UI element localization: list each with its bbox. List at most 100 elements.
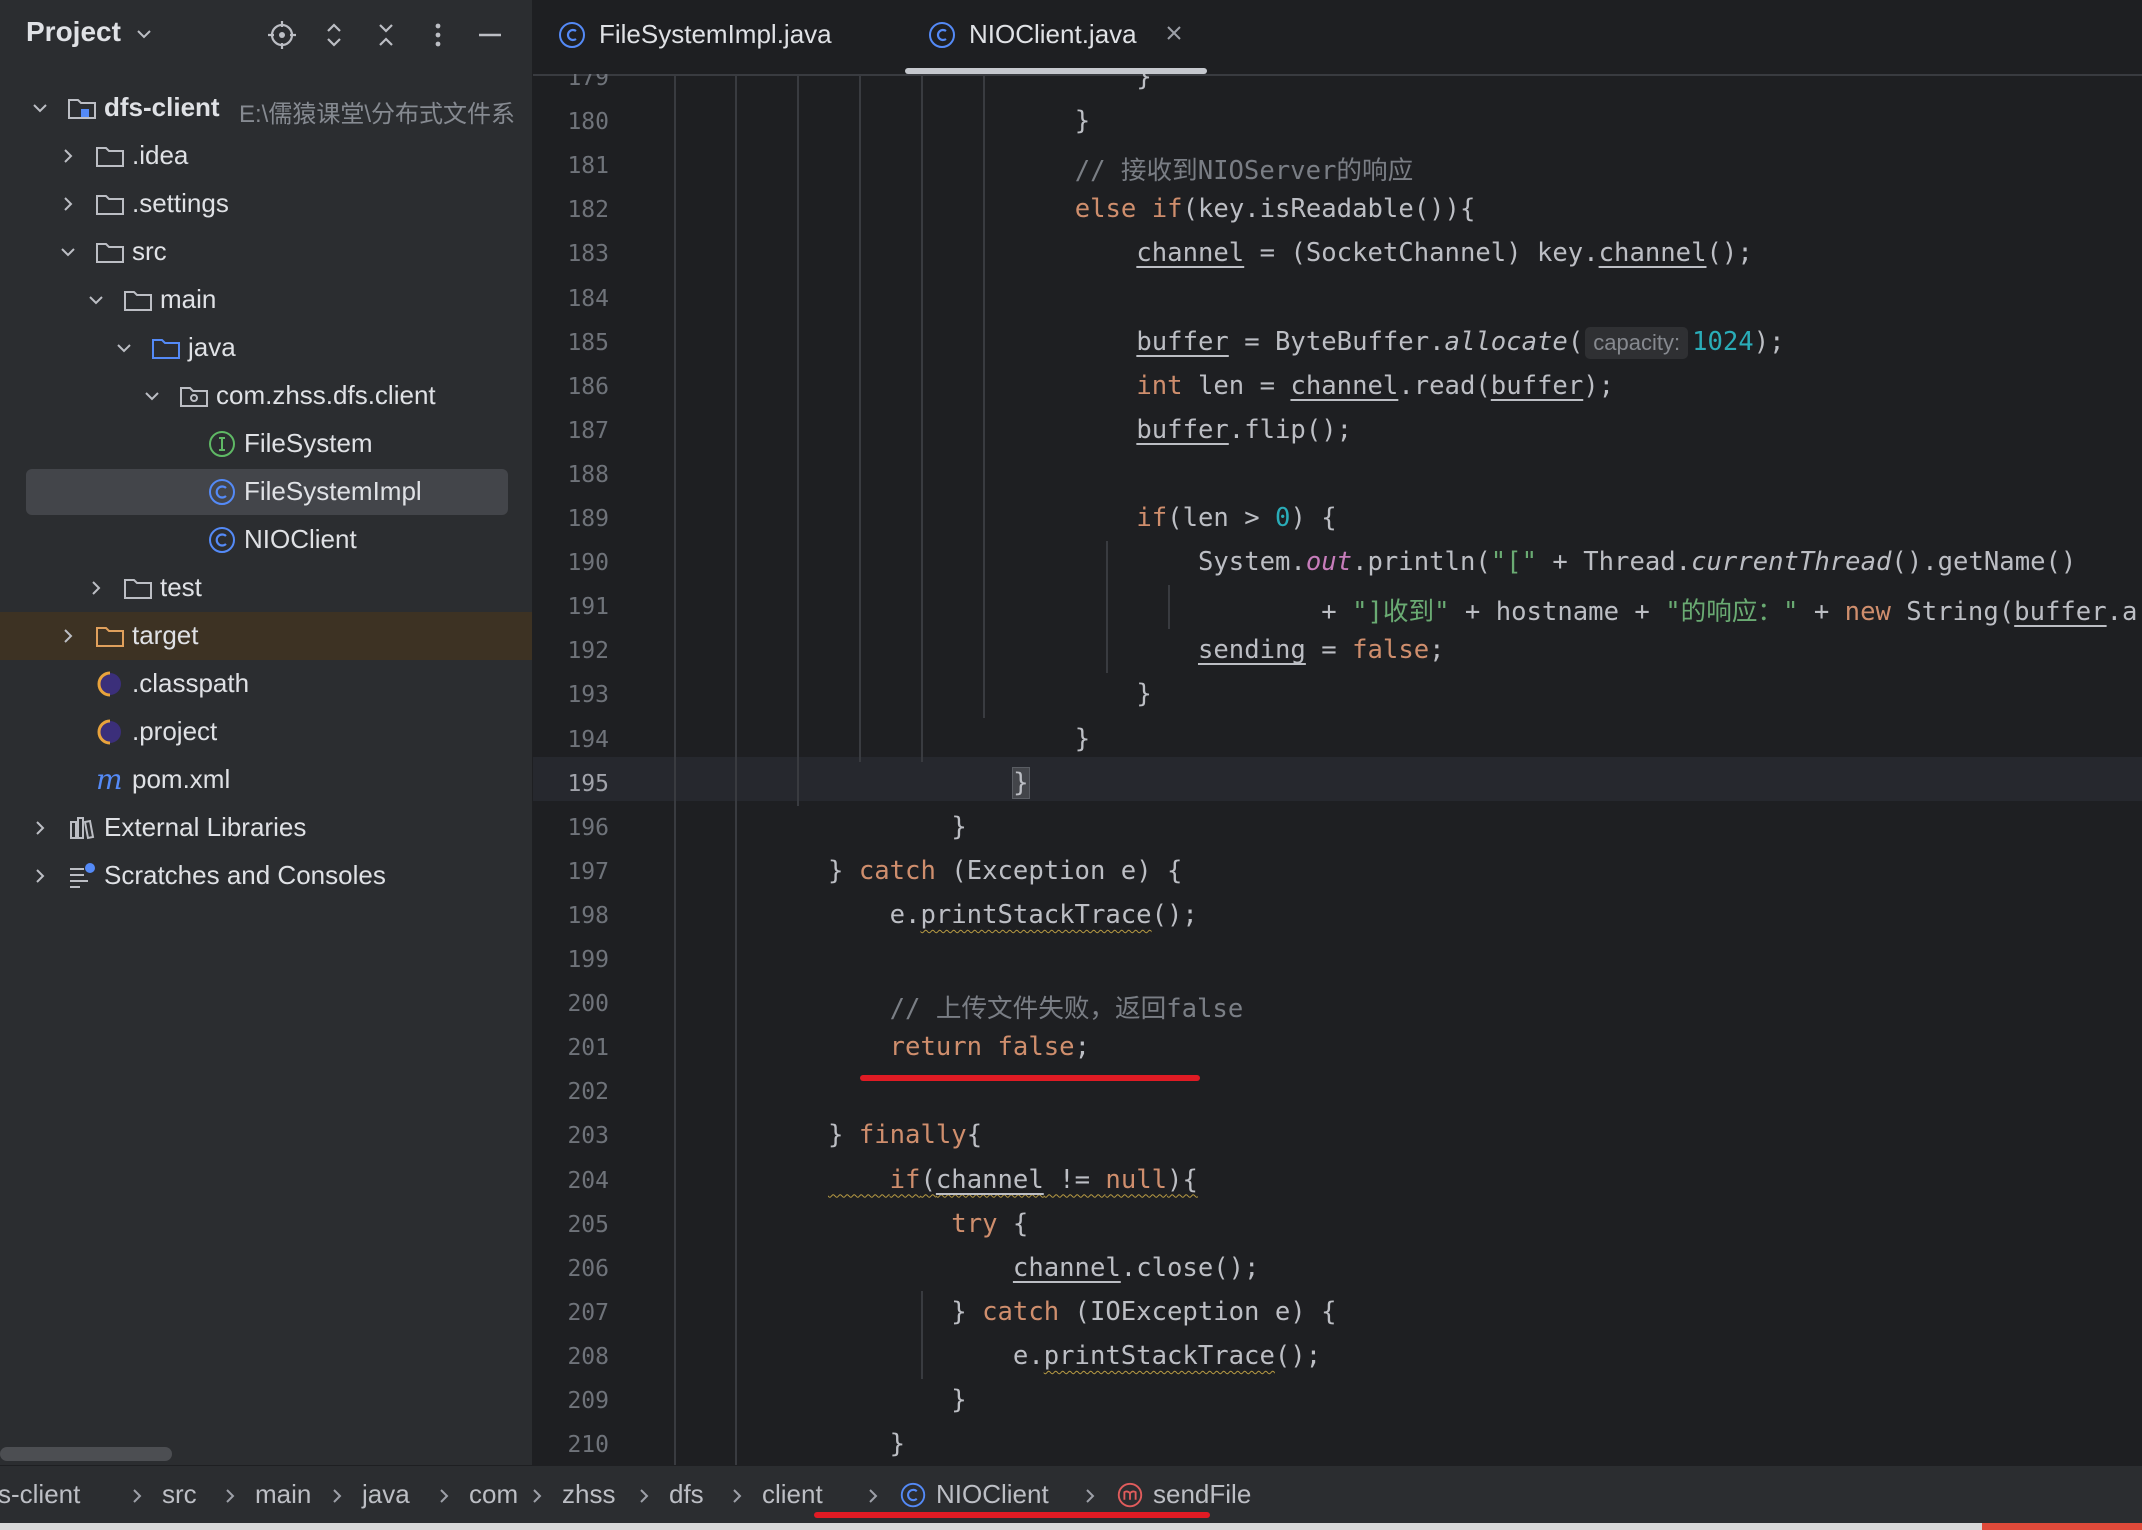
tree-item-label: .idea: [132, 140, 189, 170]
class-icon: [206, 524, 238, 556]
chevron-right-icon[interactable]: [30, 866, 50, 886]
tree-item-label: .classpath: [132, 668, 250, 698]
line-number: 210: [567, 1432, 609, 1459]
chevron-down-icon[interactable]: [134, 24, 154, 44]
package-icon: [178, 380, 210, 412]
tree-item-label: .project: [132, 716, 218, 746]
locate-icon[interactable]: [266, 19, 298, 51]
chevron-down-icon[interactable]: [58, 242, 78, 262]
class-icon: [559, 22, 585, 48]
parameter-hint: capacity:: [1585, 326, 1689, 359]
tree-item-label: test: [160, 572, 202, 602]
chevron-down-icon[interactable]: [86, 290, 106, 310]
line-number: 193: [567, 682, 609, 709]
code-line: }: [889, 811, 967, 842]
folder-icon: [94, 188, 126, 220]
tree-item-dfs-client[interactable]: dfs-client E:\儒猿课堂\分布式文件系: [0, 84, 532, 132]
line-number: 190: [567, 550, 609, 577]
line-number: 188: [567, 461, 609, 488]
line-number: 179: [567, 74, 609, 91]
project-panel-header: Project: [0, 0, 532, 70]
code-line: int len = channel.read(buffer);: [1136, 370, 1615, 401]
class-icon: [898, 1480, 928, 1510]
project-panel-scrollbar[interactable]: [0, 1447, 172, 1461]
chevron-right-icon: [864, 1487, 882, 1505]
tree-item-java[interactable]: java: [0, 324, 532, 372]
project-panel-title[interactable]: Project: [26, 16, 121, 48]
excluded-folder-icon: [94, 620, 126, 652]
folder-icon: [94, 236, 126, 268]
tree-item-classpath[interactable]: .classpath: [0, 660, 532, 708]
chevron-right-icon[interactable]: [86, 578, 106, 598]
tree-item-label: pom.xml: [132, 764, 231, 794]
class-icon: [929, 22, 955, 48]
code-editor[interactable]: 179 180 181 182 183 184 185 186 187 188 189 190 191 1…: [533, 74, 2142, 1465]
tree-item-com-zhss-dfs-client[interactable]: com.zhss.dfs.client: [0, 372, 532, 420]
collapse-all-icon[interactable]: [370, 19, 402, 51]
code-line: }: [889, 106, 1091, 137]
line-number: 194: [567, 726, 609, 753]
tree-item-label: External Libraries: [104, 812, 307, 842]
libraries-icon: [66, 812, 98, 844]
chevron-down-icon[interactable]: [142, 386, 162, 406]
tree-item-test[interactable]: test: [0, 564, 532, 612]
tree-item-label: com.zhss.dfs.client: [216, 380, 436, 410]
code-line: channel.close();: [1012, 1252, 1260, 1283]
tree-item-filesystemimpl[interactable]: FileSystemImpl: [0, 468, 532, 516]
chevron-right-icon: [328, 1487, 346, 1505]
breadcrumb-item-zhss[interactable]: zhss: [562, 1479, 615, 1510]
tab-filesystemimpl[interactable]: FileSystemImpl.java: [557, 0, 857, 74]
tree-item-src[interactable]: src: [0, 228, 532, 276]
more-icon[interactable]: [422, 19, 454, 51]
code-line: }: [889, 723, 1091, 754]
chevron-right-icon: [221, 1487, 239, 1505]
breadcrumb-item-dfs[interactable]: dfs: [669, 1479, 704, 1510]
tree-item-scratches-and-consoles[interactable]: Scratches and Consoles: [0, 852, 532, 900]
chevron-right-icon[interactable]: [58, 194, 78, 214]
chevron-right-icon[interactable]: [58, 146, 78, 166]
tree-item-label: main: [160, 284, 217, 314]
expand-all-icon[interactable]: [318, 19, 350, 51]
tree-item-main[interactable]: main: [0, 276, 532, 324]
scratches-icon: [66, 860, 98, 892]
line-number: 195: [567, 770, 609, 797]
tree-item-project[interactable]: .project: [0, 708, 532, 756]
breadcrumb-item-java[interactable]: java: [362, 1479, 410, 1510]
tree-item-path: E:\儒猿课堂\分布式文件系: [239, 101, 516, 128]
eclipse-icon: [94, 716, 126, 748]
tree-item-label: dfs-client: [104, 92, 220, 122]
chevron-down-icon[interactable]: [30, 98, 50, 118]
tree-item-idea[interactable]: .idea: [0, 132, 532, 180]
tab-label: NIOClient.java: [969, 19, 1137, 49]
tree-item-target[interactable]: target: [0, 612, 532, 660]
breadcrumb-item-sendfile[interactable]: sendFile: [1153, 1479, 1251, 1510]
tree-item-nioclient[interactable]: NIOClient: [0, 516, 532, 564]
chevron-right-icon[interactable]: [30, 818, 50, 838]
code-line: else if(key.isReadable()){: [1074, 194, 1476, 225]
line-number: 205: [567, 1211, 609, 1238]
breadcrumb-item-com[interactable]: com: [469, 1479, 518, 1510]
breadcrumb-item-s-client[interactable]: s-client: [0, 1479, 80, 1510]
code-line: if(channel != null){: [889, 1164, 1198, 1195]
breadcrumb-item-client[interactable]: client: [762, 1479, 823, 1510]
tree-item-pom-xml[interactable]: m pom.xml: [0, 756, 532, 804]
tree-item-external-libraries[interactable]: External Libraries: [0, 804, 532, 852]
line-number: 197: [567, 858, 609, 885]
editor-tab-bar: FileSystemImpl.java NIOClient.java: [533, 0, 2142, 76]
hide-icon[interactable]: [474, 19, 506, 51]
indent-guide: [858, 74, 861, 762]
close-icon[interactable]: [1161, 20, 1187, 46]
line-number: 181: [567, 153, 609, 180]
code-line: e.printStackTrace();: [828, 899, 1198, 930]
class-icon: [206, 476, 238, 508]
tree-item-filesystem[interactable]: FileSystem: [0, 420, 532, 468]
tree-item-settings[interactable]: .settings: [0, 180, 532, 228]
indent-guide: [735, 74, 738, 1465]
chevron-down-icon[interactable]: [114, 338, 134, 358]
breadcrumb-item-main[interactable]: main: [255, 1479, 311, 1510]
method-icon: [1115, 1480, 1145, 1510]
breadcrumb-item-nioclient[interactable]: NIOClient: [936, 1479, 1049, 1510]
chevron-right-icon[interactable]: [58, 626, 78, 646]
code-line: try {: [951, 1208, 1029, 1239]
breadcrumb-item-src[interactable]: src: [162, 1479, 197, 1510]
